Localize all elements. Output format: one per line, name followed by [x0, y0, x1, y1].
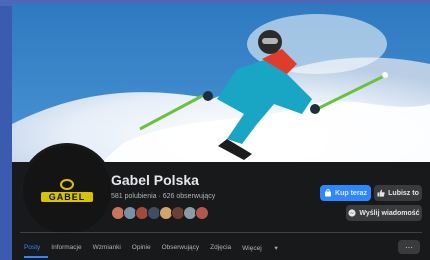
tab-more[interactable]: Więcej ▾: [242, 244, 289, 252]
messenger-icon: [348, 209, 357, 217]
page-stats[interactable]: 581 polubienia · 626 obserwujący: [111, 193, 215, 200]
like-label: Lubisz to: [388, 189, 419, 197]
page-tabs: Posty Informacje Wzmianki Opinie Obserwu…: [24, 244, 300, 252]
profile-picture[interactable]: GABEL: [20, 143, 114, 237]
tab-reviews[interactable]: Opinie: [132, 244, 151, 252]
chevron-down-icon: ▾: [274, 245, 278, 252]
cover-photo[interactable]: [12, 4, 430, 162]
avatar: [195, 206, 209, 220]
send-message-label: Wyślij wiadomość: [359, 209, 420, 217]
follower-avatars[interactable]: [111, 206, 209, 220]
more-options-button[interactable]: ···: [398, 240, 420, 254]
active-tab-indicator: [24, 256, 48, 258]
logo-mark-icon: [60, 178, 74, 190]
shopping-bag-icon: [325, 189, 332, 197]
header-divider: [20, 232, 422, 233]
brand-logo: GABEL: [41, 191, 93, 202]
shop-now-label: Kup teraz: [335, 189, 367, 197]
send-message-button[interactable]: Wyślij wiadomość: [346, 205, 422, 221]
tab-about[interactable]: Informacje: [51, 244, 81, 252]
page-title: Gabel Polska: [111, 172, 199, 188]
tab-followers[interactable]: Obserwujący: [162, 244, 200, 252]
like-button[interactable]: Lubisz to: [374, 185, 422, 201]
shop-now-button[interactable]: Kup teraz: [320, 185, 371, 201]
tab-photos[interactable]: Zdjęcia: [210, 244, 231, 252]
logo-text: GABEL: [48, 191, 86, 202]
tab-posts[interactable]: Posty: [24, 244, 40, 252]
thumbs-up-icon: [377, 189, 385, 197]
tab-more-label: Więcej: [242, 245, 262, 252]
tab-mentions[interactable]: Wzmianki: [93, 244, 121, 252]
